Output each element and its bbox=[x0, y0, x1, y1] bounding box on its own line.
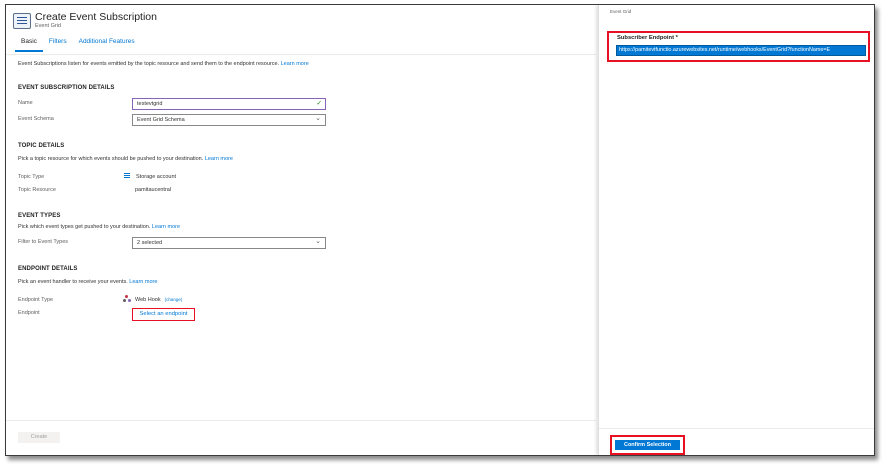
select-webhook-blade: Event Grid Subscriber Endpoint * https:/… bbox=[598, 5, 874, 455]
endpoint-type-value-row: Web Hook (change) bbox=[123, 295, 183, 303]
subscriber-endpoint-label: Subscriber Endpoint * bbox=[617, 35, 678, 41]
tab-filters[interactable]: Filters bbox=[43, 36, 73, 52]
select-endpoint-link[interactable]: Select an endpoint bbox=[132, 308, 195, 321]
subscription-details-heading: EVENT SUBSCRIPTION DETAILS bbox=[18, 85, 115, 91]
window-frame: Create Event Subscription Event Grid Bas… bbox=[5, 4, 875, 456]
storage-account-icon bbox=[124, 173, 130, 179]
endpoint-label: Endpoint bbox=[18, 310, 40, 316]
chevron-down-icon: ⌄ bbox=[315, 238, 321, 245]
create-button[interactable]: Create bbox=[18, 432, 60, 443]
subscriber-endpoint-highlight: Subscriber Endpoint * https://pamitevtfu… bbox=[607, 31, 870, 62]
topic-learn-more-link[interactable]: Learn more bbox=[205, 156, 233, 162]
event-types-heading: EVENT TYPES bbox=[18, 213, 61, 219]
topic-type-label: Topic Type bbox=[18, 174, 45, 180]
event-schema-dropdown[interactable]: Event Grid Schema ⌄ bbox=[132, 114, 326, 126]
endpoint-type-label: Endpoint Type bbox=[18, 297, 54, 303]
endpoint-details-heading: ENDPOINT DETAILS bbox=[18, 266, 78, 272]
page-title: Create Event Subscription bbox=[35, 11, 157, 23]
endpoint-type-value: Web Hook bbox=[135, 296, 161, 303]
filter-event-types-dropdown[interactable]: 2 selected ⌄ bbox=[132, 237, 326, 249]
topic-resource-label: Topic Resource bbox=[18, 187, 56, 193]
topic-desc-text: Pick a topic resource for which events s… bbox=[18, 156, 204, 162]
filter-event-types-label: Filter to Event Types bbox=[18, 239, 69, 245]
event-types-desc-text: Pick which event types get pushed to you… bbox=[18, 224, 151, 230]
change-endpoint-type-link[interactable]: (change) bbox=[165, 297, 183, 302]
topic-details-heading: TOPIC DETAILS bbox=[18, 143, 65, 149]
blade-footer-divider bbox=[599, 428, 874, 429]
topic-type-value-row: Storage account bbox=[124, 173, 177, 180]
tab-bar: Basic Filters Additional Features bbox=[15, 36, 141, 52]
confirm-selection-highlight: Confirm Selection bbox=[610, 435, 685, 455]
tab-additional-features[interactable]: Additional Features bbox=[73, 36, 141, 52]
page-subtitle: Event Grid bbox=[35, 23, 61, 29]
topic-details-description: Pick a topic resource for which events s… bbox=[18, 156, 233, 162]
tab-divider bbox=[6, 54, 596, 55]
event-schema-label: Event Schema bbox=[18, 116, 54, 122]
topic-resource-link[interactable]: pamitaucentral bbox=[135, 187, 171, 193]
endpoint-details-description: Pick an event handler to receive your ev… bbox=[18, 279, 157, 285]
create-subscription-blade: Create Event Subscription Event Grid Bas… bbox=[6, 5, 596, 455]
topic-type-value: Storage account bbox=[136, 174, 177, 180]
confirm-selection-button[interactable]: Confirm Selection bbox=[615, 440, 680, 450]
checkmark-icon: ✓ bbox=[316, 100, 322, 107]
blade-caption: Event Grid bbox=[610, 9, 632, 14]
footer-divider bbox=[6, 420, 596, 421]
subscriber-endpoint-input[interactable]: https://pamitevtfunctio.azurewebsites.ne… bbox=[616, 45, 866, 56]
event-schema-value: Event Grid Schema bbox=[137, 117, 185, 123]
event-types-description: Pick which event types get pushed to you… bbox=[18, 224, 180, 230]
filter-event-types-value: 2 selected bbox=[137, 240, 163, 246]
intro-description: Event Subscriptions listen for events em… bbox=[18, 61, 280, 67]
endpoint-desc-text: Pick an event handler to receive your ev… bbox=[18, 279, 128, 285]
name-label: Name bbox=[18, 100, 33, 106]
endpoint-learn-more-link[interactable]: Learn more bbox=[129, 279, 157, 285]
webhook-icon bbox=[123, 295, 131, 302]
intro-text: Event Subscriptions listen for events em… bbox=[18, 61, 309, 67]
event-subscription-icon bbox=[13, 13, 31, 29]
name-value: testevtgrid bbox=[137, 101, 163, 107]
name-input[interactable]: testevtgrid ✓ bbox=[132, 98, 326, 110]
chevron-down-icon: ⌄ bbox=[315, 115, 321, 122]
tab-basic[interactable]: Basic bbox=[15, 36, 43, 52]
event-types-learn-more-link[interactable]: Learn more bbox=[152, 224, 180, 230]
intro-learn-more-link[interactable]: Learn more bbox=[281, 61, 309, 67]
